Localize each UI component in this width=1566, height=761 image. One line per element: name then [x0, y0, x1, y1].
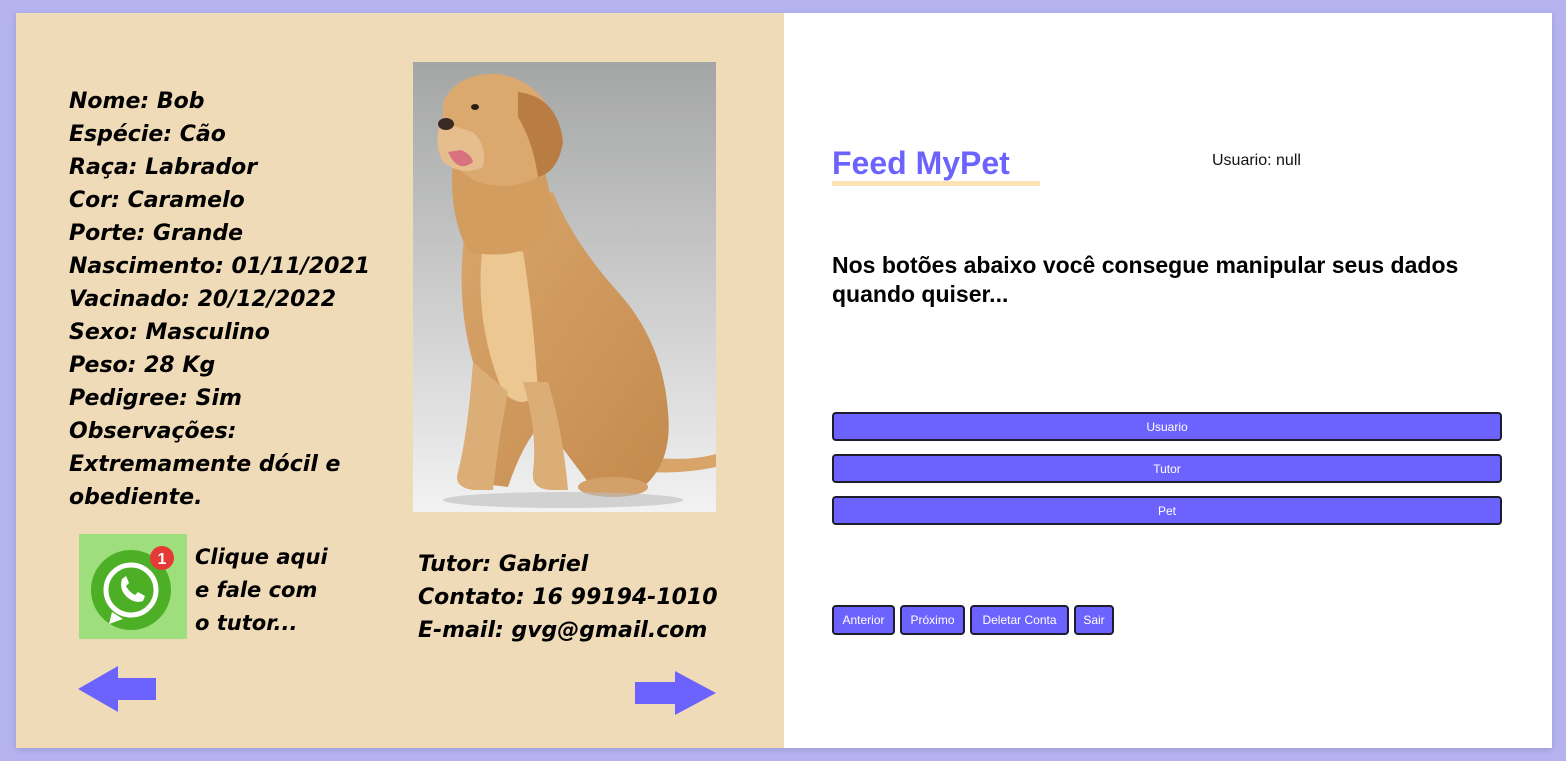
brand-title: Feed MyPet: [832, 145, 1010, 181]
current-user-label: Usuario: null: [1212, 152, 1301, 169]
pet-panel: Nome: Bob Espécie: Cão Raça: Labrador Co…: [16, 13, 784, 748]
previous-button[interactable]: Anterior: [832, 605, 895, 635]
delete-account-button[interactable]: Deletar Conta: [970, 605, 1069, 635]
pet-color: Cor: Caramelo: [69, 188, 245, 213]
pet-sex: Sexo: Masculino: [69, 320, 270, 345]
pet-weight: Peso: 28 Kg: [69, 353, 216, 378]
tutor-contact: Contato: 16 99194-1010: [418, 585, 718, 610]
logout-button[interactable]: Sair: [1074, 605, 1114, 635]
pet-photo: [413, 62, 716, 512]
pet-vaccinated: Vacinado: 20/12/2022: [69, 287, 337, 312]
arrow-left-icon[interactable]: [78, 665, 158, 713]
instructions-text: Nos botões abaixo você consegue manipula…: [832, 252, 1459, 307]
next-button[interactable]: Próximo: [900, 605, 965, 635]
actions-panel: Feed MyPet Usuario: null Nos botões abai…: [784, 13, 1552, 748]
whatsapp-cta[interactable]: Clique aqui e fale com o tutor...: [195, 541, 335, 640]
whatsapp-cta-line: Clique aqui: [195, 545, 328, 569]
pet-name: Nome: Bob: [69, 89, 205, 114]
pet-size: Porte: Grande: [69, 221, 244, 246]
pet-species: Espécie: Cão: [69, 122, 226, 147]
tutor-info: Tutor: Gabriel Contato: 16 99194-1010 E-…: [418, 548, 738, 647]
whatsapp-icon[interactable]: 1: [79, 534, 187, 639]
dog-image: [413, 62, 716, 512]
tutor-email: E-mail: gvg@gmail.com: [418, 618, 708, 643]
brand-underline: [832, 181, 1040, 186]
pet-birth: Nascimento: 01/11/2021: [69, 254, 371, 279]
whatsapp-cta-line: e fale com: [195, 578, 318, 602]
pet-button[interactable]: Pet: [832, 496, 1502, 525]
whatsapp-cta-line: o tutor...: [195, 611, 298, 635]
pet-info: Nome: Bob Espécie: Cão Raça: Labrador Co…: [69, 85, 399, 514]
main-card: Nome: Bob Espécie: Cão Raça: Labrador Co…: [16, 13, 1552, 748]
pet-observations: Observações: Extremamente dócil e obedie…: [69, 419, 341, 510]
notification-count: 1: [158, 551, 167, 568]
pet-pedigree: Pedigree: Sim: [69, 386, 242, 411]
tutor-name: Tutor: Gabriel: [418, 552, 589, 577]
whatsapp-link[interactable]: 1: [79, 534, 187, 639]
pet-breed: Raça: Labrador: [69, 155, 258, 180]
arrow-right-icon[interactable]: [635, 670, 717, 716]
usuario-button[interactable]: Usuario: [832, 412, 1502, 441]
tutor-button[interactable]: Tutor: [832, 454, 1502, 483]
